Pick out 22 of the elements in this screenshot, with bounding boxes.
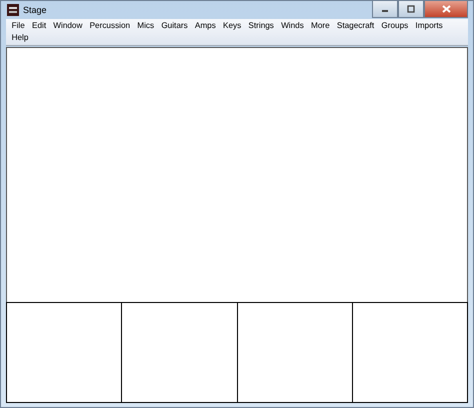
menu-item[interactable]: Stagecraft [333,20,378,32]
menu-item[interactable]: Winds [277,20,308,32]
menu-item[interactable]: Strings [244,20,278,32]
menu-item[interactable]: Window [50,20,86,32]
minimize-button[interactable] [372,1,398,18]
menu-item[interactable]: Mics [134,20,158,32]
maximize-icon [407,5,415,13]
menu-item[interactable]: Help [8,32,32,44]
menu-item[interactable]: Amps [191,20,220,32]
menu-item[interactable]: Groups [378,20,412,32]
menu-item[interactable]: Percussion [86,20,134,32]
app-icon [7,4,19,16]
menu-item[interactable]: Edit [28,20,50,32]
maximize-button[interactable] [398,1,424,18]
menu-item[interactable]: Guitars [158,20,192,32]
close-icon [442,5,450,13]
menu-item[interactable]: More [307,20,334,32]
window-title: Stage [23,5,47,15]
close-button[interactable] [424,1,468,18]
menu-item[interactable]: Keys [219,20,245,32]
menu-item[interactable]: File [8,20,28,32]
menu-item[interactable]: Imports [412,20,446,32]
